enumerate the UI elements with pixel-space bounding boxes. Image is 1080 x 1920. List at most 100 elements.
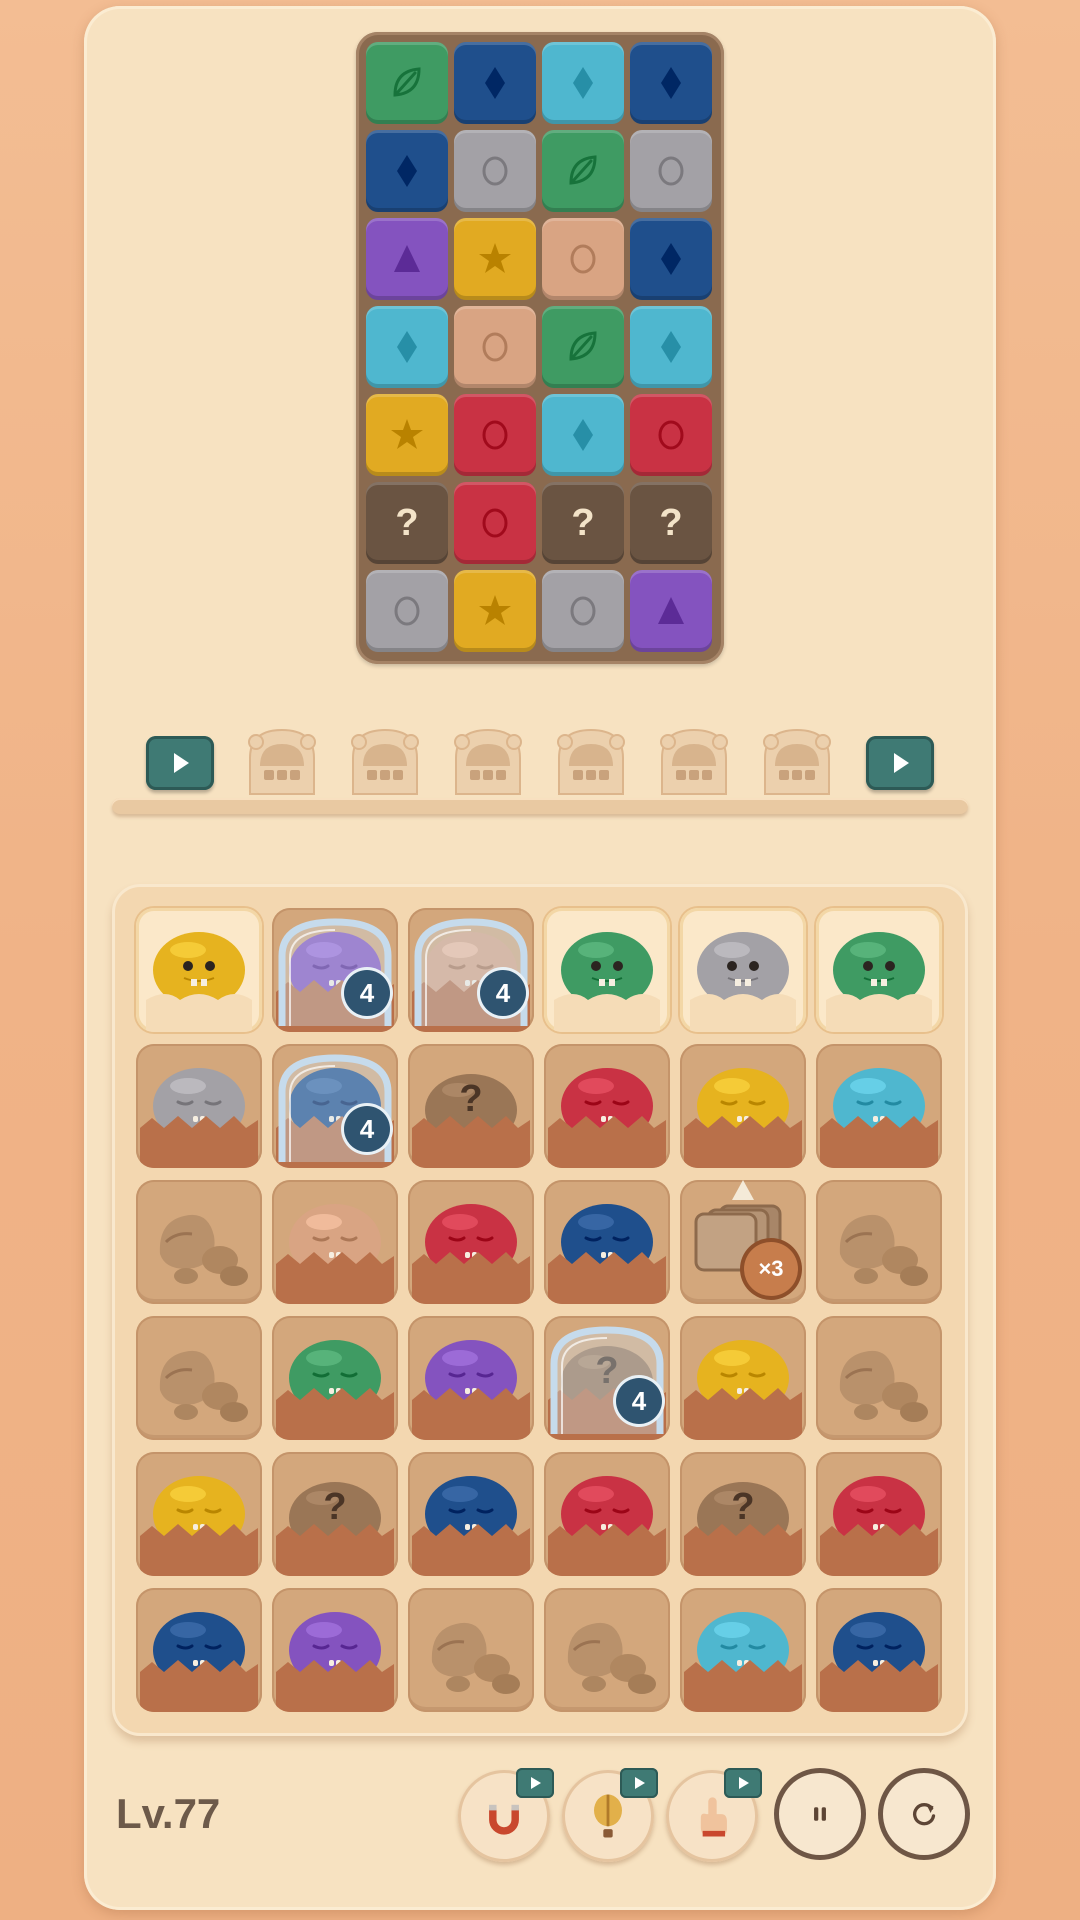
navy-diamond-tile xyxy=(366,130,448,212)
cyan-diamond-tile xyxy=(630,306,712,388)
navy-monster xyxy=(140,1612,258,1712)
board-cell-monster[interactable] xyxy=(272,1180,398,1304)
gray-circle-tile xyxy=(542,570,624,652)
triangle-icon xyxy=(658,597,684,624)
conveyor-slot xyxy=(551,724,631,796)
rock-obstacle xyxy=(159,1350,248,1422)
board-cell-monster[interactable] xyxy=(816,1044,942,1168)
hidden-tile: ? xyxy=(542,482,624,564)
diamond-icon xyxy=(573,419,593,451)
board-cell-stack[interactable]: ×3 xyxy=(680,1180,806,1304)
board-cell-frozen-mystery[interactable]: ?4 xyxy=(544,1316,670,1440)
ice-counter: 4 xyxy=(616,1378,662,1424)
green-leaf-tile xyxy=(542,306,624,388)
red-monster xyxy=(820,1476,938,1576)
conveyor-slot xyxy=(242,724,322,796)
purple-triangle-tile xyxy=(630,570,712,652)
hidden-tile: ? xyxy=(630,482,712,564)
board-cell-monster[interactable] xyxy=(816,908,942,1032)
ice-counter: 4 xyxy=(344,970,390,1016)
cyan-diamond-tile xyxy=(542,42,624,124)
pause-button[interactable] xyxy=(774,1768,866,1860)
board-cell-frozen[interactable]: 4 xyxy=(408,908,534,1032)
restart-button[interactable] xyxy=(878,1768,970,1860)
balloon-booster-button[interactable] xyxy=(562,1768,658,1862)
board-cell-rock xyxy=(544,1588,670,1712)
board-cell-monster[interactable] xyxy=(272,1588,398,1712)
circle-icon xyxy=(658,156,684,186)
yellow-star-tile xyxy=(454,218,536,300)
circle-icon xyxy=(658,420,684,450)
board-cell-monster[interactable] xyxy=(136,1588,262,1712)
navy-diamond-tile xyxy=(630,42,712,124)
yellow-star-tile xyxy=(366,394,448,476)
board-cell-monster[interactable] xyxy=(136,1452,262,1576)
board-cell-monster[interactable] xyxy=(680,1316,806,1440)
navy-diamond-tile xyxy=(630,218,712,300)
board-cell-monster[interactable] xyxy=(544,1044,670,1168)
cyan-monster xyxy=(684,1612,802,1712)
board-cell-monster[interactable] xyxy=(136,908,262,1032)
green-monster xyxy=(554,932,660,1032)
ice-cage xyxy=(414,918,528,1026)
board-cell-monster[interactable] xyxy=(544,1180,670,1304)
gray-monster xyxy=(140,1068,258,1168)
red-monster xyxy=(548,1068,666,1168)
circle-icon xyxy=(482,508,508,538)
rock-obstacle xyxy=(159,1214,248,1286)
board-cell-monster[interactable] xyxy=(272,1316,398,1440)
conveyor-slot xyxy=(345,724,425,796)
board-cell-mystery[interactable]: ? xyxy=(272,1452,398,1576)
stack-multiplier: ×3 xyxy=(744,1242,798,1296)
conveyor-left-play-button[interactable] xyxy=(146,736,214,790)
rock-obstacle xyxy=(839,1350,928,1422)
yellowMonster-monster xyxy=(684,1068,802,1168)
red-circle-tile xyxy=(630,394,712,476)
circle-icon xyxy=(482,156,508,186)
red-monster xyxy=(412,1204,530,1304)
yellow-star-tile xyxy=(454,570,536,652)
navy-monster xyxy=(412,1476,530,1576)
play-icon xyxy=(635,1777,645,1789)
board-cell-monster[interactable] xyxy=(136,1044,262,1168)
red-circle-tile xyxy=(454,482,536,564)
board-cell-frozen[interactable]: 4 xyxy=(272,1044,398,1168)
board-cell-mystery[interactable]: ? xyxy=(408,1044,534,1168)
board-cell-monster[interactable] xyxy=(544,1452,670,1576)
green-monster xyxy=(276,1340,394,1440)
star-icon xyxy=(391,419,423,449)
board-cell-rock xyxy=(816,1180,942,1304)
board-cell-mystery[interactable]: ? xyxy=(680,1452,806,1576)
green-monster xyxy=(826,932,932,1032)
ice-cage xyxy=(278,918,392,1026)
ice-counter: 4 xyxy=(480,970,526,1016)
conveyor-right-play-button[interactable] xyxy=(866,736,934,790)
navy-monster xyxy=(548,1204,666,1304)
board-cell-monster[interactable] xyxy=(680,1044,806,1168)
empty-nest-icon xyxy=(351,728,419,795)
leaf-icon xyxy=(393,67,421,97)
board-cell-monster[interactable] xyxy=(408,1180,534,1304)
diamond-icon xyxy=(397,155,417,187)
circle-icon xyxy=(394,596,420,626)
triangle-icon xyxy=(394,245,420,272)
magnet-booster-button[interactable] xyxy=(458,1768,554,1862)
yellowMonster-monster xyxy=(140,1476,258,1576)
rock-obstacle xyxy=(567,1622,656,1694)
finger-booster-button[interactable] xyxy=(666,1768,762,1862)
board-cell-monster[interactable] xyxy=(408,1316,534,1440)
conveyor-rail xyxy=(112,798,968,814)
ice-cage xyxy=(550,1326,664,1434)
ice-cage xyxy=(278,1054,392,1162)
board-cell-monster[interactable] xyxy=(544,908,670,1032)
empty-nest-icon xyxy=(454,728,522,795)
board-cell-frozen[interactable]: 4 xyxy=(272,908,398,1032)
board-cell-monster[interactable] xyxy=(680,908,806,1032)
board-cell-monster[interactable] xyxy=(408,1452,534,1576)
board-cell-monster[interactable] xyxy=(816,1588,942,1712)
restart-icon xyxy=(913,1803,936,1826)
board-cell-monster[interactable] xyxy=(680,1588,806,1712)
purple-monster xyxy=(276,1612,394,1712)
mystery-label: ? xyxy=(323,1486,347,1528)
board-cell-monster[interactable] xyxy=(816,1452,942,1576)
